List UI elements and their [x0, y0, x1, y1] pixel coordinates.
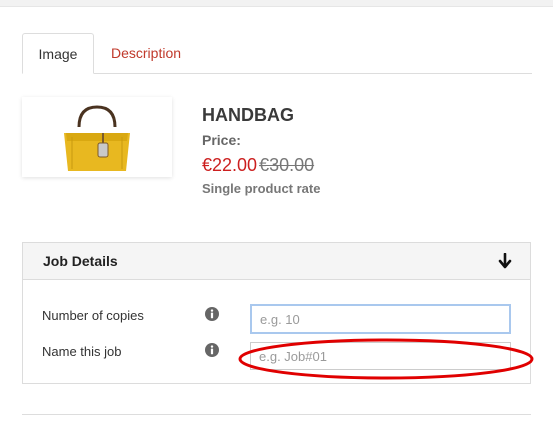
product-title: HANDBAG — [202, 105, 294, 125]
copies-label: Number of copies — [42, 308, 144, 323]
handbag-icon — [64, 105, 130, 171]
tab-description[interactable]: Description — [111, 33, 181, 73]
job-details-title: Job Details — [43, 253, 118, 269]
tab-image[interactable]: Image — [22, 33, 94, 74]
product-image[interactable] — [22, 97, 172, 177]
rate-note: Single product rate — [202, 181, 321, 196]
job-name-input[interactable] — [250, 342, 511, 370]
info-icon[interactable] — [205, 343, 219, 357]
job-details-header[interactable]: Job Details — [23, 243, 530, 280]
divider — [22, 414, 531, 415]
original-price: €30.00 — [259, 155, 315, 175]
arrow-down-icon[interactable] — [498, 253, 512, 269]
price-label: Price: — [202, 132, 241, 148]
tab-bar: Image Description — [22, 33, 532, 74]
sale-price: €22.00 — [202, 155, 258, 175]
copies-input[interactable] — [250, 304, 511, 334]
job-name-label: Name this job — [42, 344, 122, 359]
price-row: €22.00 €30.00 — [202, 155, 314, 176]
info-icon[interactable] — [205, 307, 219, 321]
